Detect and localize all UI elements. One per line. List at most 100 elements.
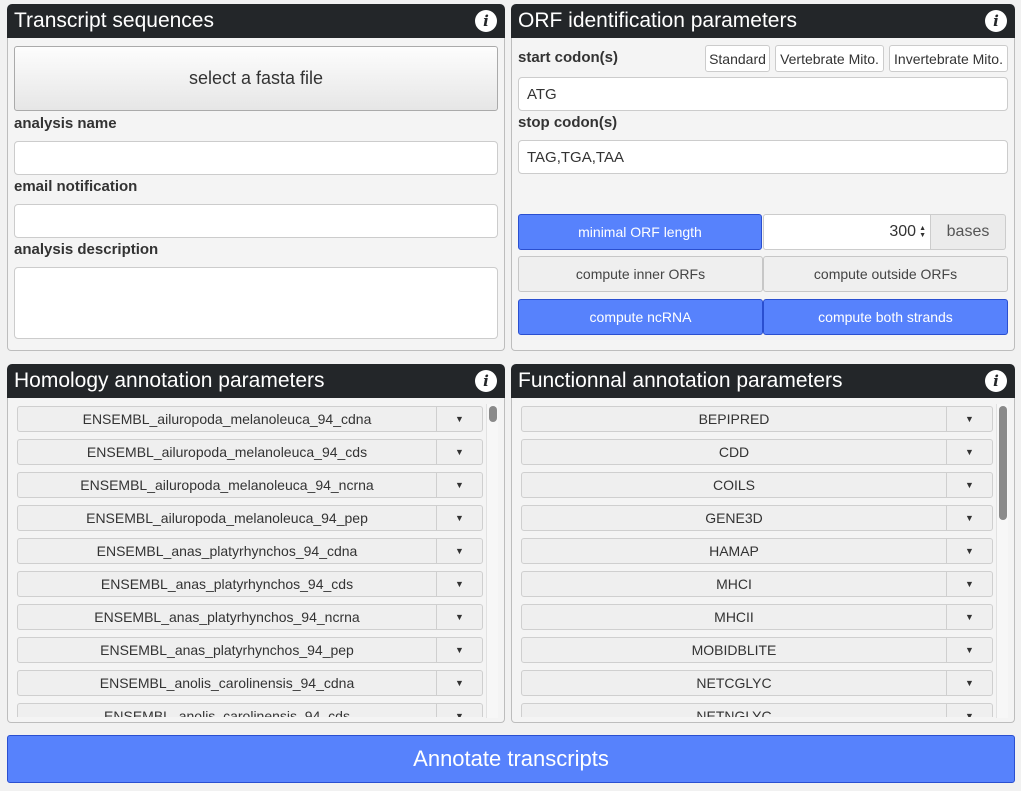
homology-database-select-label: ENSEMBL_ailuropoda_melanoleuca_94_cdna — [82, 411, 372, 427]
spinner-arrows-icon[interactable]: ▲ ▼ — [919, 225, 926, 239]
homology-database-select-label: ENSEMBL_anas_platyrhynchos_94_cdna — [96, 543, 358, 559]
homology-database-select[interactable]: ENSEMBL_ailuropoda_melanoleuca_94_cdna ▼ — [17, 406, 483, 432]
homology-database-select[interactable]: ENSEMBL_anas_platyrhynchos_94_cdna ▼ — [17, 538, 483, 564]
orf-panel: ORF identification parameters i start co… — [511, 4, 1015, 351]
info-icon[interactable]: i — [475, 370, 497, 392]
orf-panel-title: ORF identification parameters — [518, 9, 797, 32]
orf-panel-header: ORF identification parameters i — [511, 4, 1015, 38]
start-codon-input[interactable]: ATG — [518, 77, 1008, 111]
caret-down-icon[interactable]: ▼ — [436, 605, 482, 629]
functional-database-select[interactable]: BEPIPRED ▼ — [521, 406, 993, 432]
homology-database-select-label: ENSEMBL_anas_platyrhynchos_94_cds — [100, 576, 354, 592]
start-codon-label: start codon(s) — [518, 49, 619, 66]
compute-both-strands-toggle[interactable]: compute both strands — [763, 299, 1008, 335]
homology-database-select[interactable]: ENSEMBL_anas_platyrhynchos_94_pep ▼ — [17, 637, 483, 663]
homology-database-select[interactable]: ENSEMBL_anas_platyrhynchos_94_ncrna ▼ — [17, 604, 483, 630]
functional-database-select-label: NETNGLYC — [696, 708, 772, 717]
functional-database-select-label: MOBIDBLITE — [691, 642, 777, 658]
homology-database-select-label: ENSEMBL_anolis_carolinensis_94_cdna — [99, 675, 355, 691]
functional-panel-header: Functionnal annotation parameters i — [511, 364, 1015, 398]
homology-panel: Homology annotation parameters i ENSEMBL… — [7, 364, 505, 723]
functional-database-select[interactable]: MOBIDBLITE ▼ — [521, 637, 993, 663]
caret-down-icon[interactable]: ▼ — [436, 506, 482, 530]
minimal-orf-length-value: 300 — [889, 223, 917, 240]
analysis-name-label: analysis name — [14, 115, 117, 132]
select-fasta-file-button[interactable]: select a fasta file — [14, 46, 498, 111]
caret-down-icon[interactable]: ▼ — [436, 638, 482, 662]
caret-down-icon[interactable]: ▼ — [946, 605, 992, 629]
caret-down-icon[interactable]: ▼ — [946, 506, 992, 530]
functional-database-select[interactable]: CDD ▼ — [521, 439, 993, 465]
caret-down-icon[interactable]: ▼ — [436, 671, 482, 695]
homology-database-select[interactable]: ENSEMBL_anolis_carolinensis_94_cdna ▼ — [17, 670, 483, 696]
homology-panel-title: Homology annotation parameters — [14, 369, 325, 392]
homology-panel-header: Homology annotation parameters i — [7, 364, 505, 398]
caret-down-icon[interactable]: ▼ — [946, 638, 992, 662]
stop-codon-input[interactable]: TAG,TGA,TAA — [518, 140, 1008, 174]
annotate-transcripts-button[interactable]: Annotate transcripts — [7, 735, 1015, 783]
homology-database-select-label: ENSEMBL_ailuropoda_melanoleuca_94_ncrna — [80, 477, 374, 493]
functional-scrollbar[interactable] — [996, 404, 1008, 718]
functional-database-select-label: BEPIPRED — [698, 411, 770, 427]
homology-panel-body: ENSEMBL_ailuropoda_melanoleuca_94_cdna ▼ E… — [7, 398, 505, 723]
homology-database-list[interactable]: ENSEMBL_ailuropoda_melanoleuca_94_cdna ▼ E… — [17, 406, 483, 717]
transcript-panel-body: select a fasta file analysis name email … — [7, 38, 505, 351]
functional-database-select-label: HAMAP — [709, 543, 759, 559]
email-notification-label: email notification — [14, 178, 138, 195]
caret-down-icon[interactable]: ▼ — [946, 473, 992, 497]
compute-inner-orfs-toggle[interactable]: compute inner ORFs — [518, 256, 763, 292]
functional-database-select[interactable]: HAMAP ▼ — [521, 538, 993, 564]
functional-scrollbar-thumb[interactable] — [999, 406, 1007, 520]
orf-panel-body: start codon(s) Standard Vertebrate Mito.… — [511, 38, 1015, 351]
homology-scrollbar[interactable] — [486, 404, 498, 718]
functional-database-select[interactable]: NETCGLYC ▼ — [521, 670, 993, 696]
caret-down-icon[interactable]: ▼ — [946, 407, 992, 431]
analysis-description-textarea[interactable] — [14, 267, 498, 339]
analysis-name-input[interactable] — [14, 141, 498, 175]
caret-down-icon[interactable]: ▼ — [436, 473, 482, 497]
caret-down-icon[interactable]: ▼ — [436, 572, 482, 596]
functional-database-select-label: CDD — [718, 444, 750, 460]
caret-down-icon[interactable]: ▼ — [436, 539, 482, 563]
functional-database-select-label: MHCI — [716, 576, 752, 592]
preset-standard-button[interactable]: Standard — [705, 45, 770, 72]
compute-ncrna-toggle[interactable]: compute ncRNA — [518, 299, 763, 335]
functional-database-select[interactable]: COILS ▼ — [521, 472, 993, 498]
preset-invertebrate-mito-button[interactable]: Invertebrate Mito. — [889, 45, 1008, 72]
info-icon[interactable]: i — [985, 370, 1007, 392]
transcript-panel-title: Transcript sequences — [14, 9, 214, 32]
homology-scrollbar-thumb[interactable] — [489, 406, 497, 422]
caret-down-icon[interactable]: ▼ — [436, 704, 482, 717]
functional-database-select-label: MHCII — [714, 609, 754, 625]
caret-down-icon[interactable]: ▼ — [436, 440, 482, 464]
caret-down-icon[interactable]: ▼ — [436, 407, 482, 431]
compute-outside-orfs-toggle[interactable]: compute outside ORFs — [763, 256, 1008, 292]
analysis-description-label: analysis description — [14, 241, 159, 258]
functional-database-select[interactable]: MHCII ▼ — [521, 604, 993, 630]
stop-codon-label: stop codon(s) — [518, 114, 618, 131]
functional-database-list[interactable]: BEPIPRED ▼ CDD ▼ COILS ▼ GENE3D ▼ HAMAP ▼ MHCI ▼ MHC… — [521, 406, 993, 717]
homology-database-select[interactable]: ENSEMBL_ailuropoda_melanoleuca_94_ncrna ▼ — [17, 472, 483, 498]
functional-database-select-label: COILS — [712, 477, 755, 493]
caret-down-icon[interactable]: ▼ — [946, 704, 992, 717]
homology-database-select[interactable]: ENSEMBL_ailuropoda_melanoleuca_94_cds ▼ — [17, 439, 483, 465]
functional-database-select[interactable]: NETNGLYC ▼ — [521, 703, 993, 717]
minimal-orf-length-input[interactable]: 300 ▲ ▼ — [763, 214, 931, 250]
info-icon[interactable]: i — [985, 10, 1007, 32]
homology-database-select[interactable]: ENSEMBL_ailuropoda_melanoleuca_94_pep ▼ — [17, 505, 483, 531]
homology-database-select[interactable]: ENSEMBL_anolis_carolinensis_94_cds ▼ — [17, 703, 483, 717]
transcript-panel-header: Transcript sequences i — [7, 4, 505, 38]
functional-database-select[interactable]: GENE3D ▼ — [521, 505, 993, 531]
functional-database-select-label: NETCGLYC — [696, 675, 772, 691]
functional-panel-body: BEPIPRED ▼ CDD ▼ COILS ▼ GENE3D ▼ HAMAP ▼ MHCI ▼ MHC… — [511, 398, 1015, 723]
caret-down-icon[interactable]: ▼ — [946, 539, 992, 563]
email-notification-input[interactable] — [14, 204, 498, 238]
homology-database-select[interactable]: ENSEMBL_anas_platyrhynchos_94_cds ▼ — [17, 571, 483, 597]
caret-down-icon[interactable]: ▼ — [946, 671, 992, 695]
caret-down-icon[interactable]: ▼ — [946, 572, 992, 596]
caret-down-icon[interactable]: ▼ — [946, 440, 992, 464]
functional-database-select[interactable]: MHCI ▼ — [521, 571, 993, 597]
info-icon[interactable]: i — [475, 10, 497, 32]
preset-vertebrate-mito-button[interactable]: Vertebrate Mito. — [775, 45, 884, 72]
minimal-orf-length-button[interactable]: minimal ORF length — [518, 214, 762, 250]
